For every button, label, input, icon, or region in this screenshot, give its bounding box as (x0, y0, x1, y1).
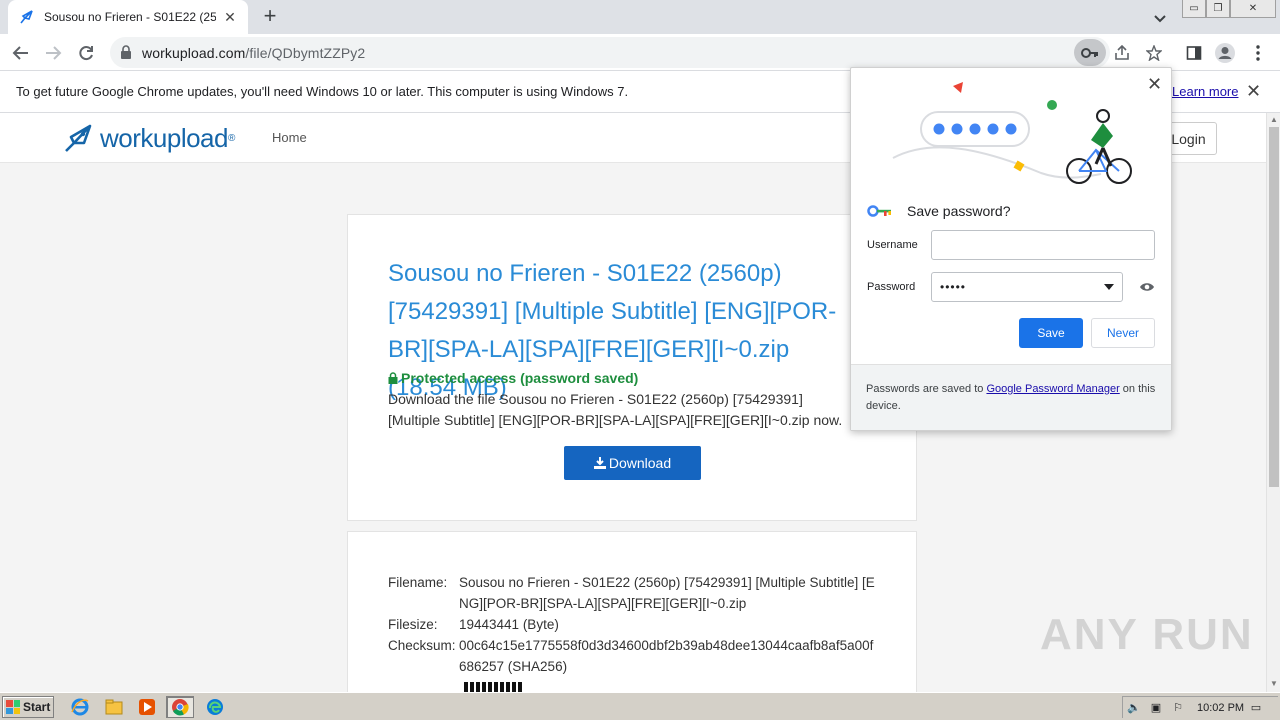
share-icon[interactable] (1112, 43, 1132, 63)
url-text: workupload.com/file/QDbymtZZPy2 (142, 45, 366, 61)
lock-icon (388, 372, 398, 384)
new-tab-button[interactable]: + (258, 5, 282, 29)
browser-toolbar: workupload.com/file/QDbymtZZPy2 (0, 34, 1280, 71)
file-details-card: Filename: Sousou no Frieren - S01E22 (25… (347, 531, 917, 692)
internet-explorer-icon[interactable] (66, 696, 94, 718)
file-description: Download the file Sousou no Frieren - S0… (388, 391, 843, 428)
save-password-bubble: ✕ Save password? Username Password ••••• (850, 67, 1172, 431)
windows-taskbar: Start 🔈 ▣ ⚐ 10:02 PM ▭ (0, 692, 1280, 720)
forward-icon[interactable] (40, 40, 66, 66)
tab-strip: Sousou no Frieren - S01E22 (2560p) ✕ + ▭… (0, 0, 1280, 34)
media-player-icon[interactable] (133, 696, 161, 718)
profile-avatar-icon[interactable] (1213, 41, 1237, 65)
chrome-taskbar-icon[interactable] (166, 696, 194, 718)
system-tray: 🔈 ▣ ⚐ 10:02 PM ▭ (1122, 696, 1278, 718)
protected-text: Protected access (password saved) (401, 370, 639, 386)
window-close-icon[interactable]: ✕ (1230, 0, 1276, 18)
never-save-button[interactable]: Never (1091, 318, 1155, 348)
workupload-logo[interactable]: workupload ® (62, 121, 235, 155)
scroll-down-icon[interactable]: ▼ (1270, 679, 1278, 688)
minimize-icon[interactable]: ▭ (1182, 0, 1206, 18)
filename-label: Filename: (388, 575, 448, 590)
address-bar[interactable]: workupload.com/file/QDbymtZZPy2 (110, 37, 1162, 68)
tab-title: Sousou no Frieren - S01E22 (2560p) (44, 10, 216, 24)
file-explorer-icon[interactable] (100, 696, 128, 718)
edge-icon[interactable] (201, 696, 229, 718)
save-password-title: Save password? (907, 203, 1011, 219)
checksum-row: Checksum: 00c64c15e1775558f0d3d34600dbf2… (388, 635, 888, 677)
checksum-label: Checksum: (388, 638, 456, 653)
nav-home-link[interactable]: Home (272, 130, 307, 145)
filename-value: Sousou no Frieren - S01E22 (2560p) [7542… (459, 575, 875, 611)
show-password-eye-icon[interactable] (1139, 280, 1155, 298)
anyrun-watermark: ANY RUN (1040, 610, 1254, 659)
download-label: Download (608, 455, 672, 471)
download-button[interactable]: Download (564, 446, 701, 480)
password-dropdown-icon[interactable] (1104, 284, 1114, 290)
download-icon (593, 457, 606, 469)
show-desktop-icon[interactable]: ▭ (1245, 698, 1267, 718)
protected-access-status: Protected access (password saved) (388, 370, 638, 386)
scroll-up-icon[interactable]: ▲ (1270, 115, 1278, 124)
password-label: Password (867, 281, 916, 293)
workupload-favicon-icon (18, 8, 36, 26)
qr-code (464, 682, 524, 692)
registered-mark: ® (227, 132, 236, 144)
password-value: ••••• (940, 280, 967, 294)
checksum-value: 00c64c15e1775558f0d3d34600dbf2b39ab48dee… (459, 638, 874, 674)
password-illustration (892, 82, 1132, 184)
filename-row: Filename: Sousou no Frieren - S01E22 (25… (388, 572, 888, 614)
lock-icon[interactable] (120, 45, 132, 64)
password-manager-link[interactable]: Google Password Manager (986, 383, 1119, 395)
volume-icon[interactable]: 🔈 (1123, 698, 1145, 718)
footer-prefix: Passwords are saved to (866, 383, 987, 395)
restore-icon[interactable]: ❐ (1206, 0, 1230, 18)
back-icon[interactable] (8, 40, 34, 66)
tab-close-icon[interactable]: ✕ (222, 9, 238, 26)
window-controls: ▭ ❐ ✕ (1182, 0, 1276, 18)
username-label: Username (867, 239, 918, 251)
browser-tab[interactable]: Sousou no Frieren - S01E22 (2560p) ✕ (8, 0, 248, 34)
filesize-label: Filesize: (388, 617, 438, 632)
bubble-footer: Passwords are saved to Google Password M… (851, 364, 1171, 430)
save-password-button[interactable]: Save (1019, 318, 1083, 348)
windows-flag-icon (6, 700, 20, 714)
file-card: Sousou no Frieren - S01E22 (2560p) [7542… (347, 214, 917, 521)
start-label: Start (23, 700, 51, 714)
rocket-logo-icon (65, 124, 92, 152)
password-field[interactable]: ••••• (931, 272, 1123, 302)
vertical-scrollbar[interactable]: ▲ ▼ (1266, 113, 1280, 692)
logo-text: workupload (100, 122, 228, 153)
action-center-flag-icon[interactable]: ⚐ (1167, 698, 1189, 718)
username-field[interactable] (931, 230, 1155, 260)
start-button[interactable]: Start (2, 696, 54, 718)
network-icon[interactable]: ▣ (1145, 698, 1167, 718)
filesize-row: Filesize: 19443441 (Byte) (388, 614, 888, 635)
bubble-close-icon[interactable]: ✕ (1147, 74, 1162, 95)
bookmark-star-icon[interactable] (1144, 43, 1164, 63)
scrollbar-thumb[interactable] (1269, 127, 1279, 487)
save-password-heading: Save password? (867, 203, 1011, 219)
taskbar-clock[interactable]: 10:02 PM (1197, 702, 1245, 714)
learn-more-link[interactable]: Learn more (1172, 84, 1238, 99)
password-key-icon[interactable] (1074, 39, 1106, 66)
side-panel-icon[interactable] (1182, 41, 1206, 65)
google-key-icon (867, 205, 891, 217)
infobar-close-icon[interactable]: ✕ (1246, 81, 1261, 102)
infobar-message: To get future Google Chrome updates, you… (16, 84, 629, 99)
reload-icon[interactable] (73, 40, 99, 66)
filesize-value: 19443441 (Byte) (459, 617, 559, 632)
tab-search-icon[interactable] (1150, 8, 1170, 28)
chrome-menu-icon[interactable] (1246, 41, 1270, 65)
